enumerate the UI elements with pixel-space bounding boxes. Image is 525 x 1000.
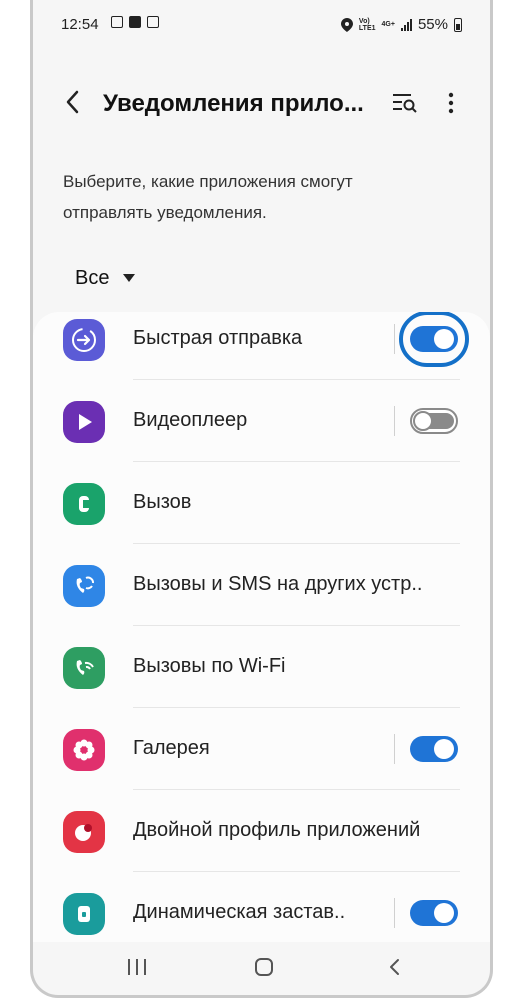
status-bar: 12:54 Vo) LTE1 4G+ 55% [33, 12, 490, 40]
toggle-switch[interactable] [410, 408, 458, 434]
flower-icon [63, 729, 105, 771]
list-item[interactable]: Галерея [33, 708, 490, 790]
phone-frame: 12:54 Vo) LTE1 4G+ 55% Уведомления прило… [30, 0, 493, 998]
list-search-icon[interactable] [391, 90, 421, 116]
list-item-label: Видеоплеер [133, 409, 248, 431]
wifi-call-icon [63, 647, 105, 689]
list-item[interactable]: Динамическая застав.. [33, 872, 490, 942]
lte-label: LTE1 [358, 24, 376, 32]
home-icon[interactable] [255, 958, 273, 976]
battery-icon [454, 17, 462, 32]
divider [394, 324, 395, 354]
list-item[interactable]: Вызовы по Wi-Fi [33, 626, 490, 708]
phone-icon [63, 483, 105, 525]
list-item-label: Вызовы по Wi-Fi [133, 655, 286, 677]
gallery-notification-icon [111, 16, 123, 28]
list-item-label: Быстрая отправка [133, 327, 303, 349]
back-nav-icon[interactable] [385, 957, 405, 977]
play-icon [63, 401, 105, 443]
quick-share-icon [63, 319, 105, 361]
toggle-switch[interactable] [410, 900, 458, 926]
list-item-label: Галерея [133, 737, 210, 759]
caret-down-icon [123, 274, 136, 282]
list-item[interactable]: Быстрая отправка [33, 312, 490, 380]
list-item[interactable]: Двойной профиль приложений [33, 790, 490, 872]
check-notification-icon [129, 16, 141, 28]
list-item[interactable]: Вызов [33, 462, 490, 544]
navigation-bar [33, 935, 490, 995]
lock-notification-icon [147, 16, 159, 28]
list-item-label: Двойной профиль приложений [133, 819, 421, 841]
list-item-label: Динамическая застав.. [133, 901, 346, 923]
app-list: Быстрая отправка Видеоплеер Вызов Вызовы… [33, 312, 490, 942]
list-item[interactable]: Видеоплеер [33, 380, 490, 462]
more-vertical-icon[interactable] [441, 88, 461, 118]
description-text: Выберите, какие приложения смогут отправ… [63, 172, 353, 222]
list-item-label: Вызовы и SMS на других устр.. [133, 573, 423, 595]
status-time: 12:54 [61, 16, 99, 33]
dual-profile-icon [63, 811, 105, 853]
recent-apps-icon[interactable] [128, 959, 146, 975]
toggle-switch[interactable] [410, 736, 458, 762]
signal-icon [400, 18, 412, 31]
call-sync-icon [63, 565, 105, 607]
list-item-label: Вызов [133, 491, 192, 513]
battery-percent: 55% [417, 16, 448, 33]
data-label: 4G+ [381, 21, 395, 28]
page-title: Уведомления прило... [103, 90, 364, 117]
toggle-switch[interactable] [410, 326, 458, 352]
list-item[interactable]: Вызовы и SMS на других устр.. [33, 544, 490, 626]
chevron-left-icon[interactable] [59, 82, 89, 122]
filter-dropdown[interactable]: Все [75, 262, 136, 294]
app-bar: Уведомления прило... [33, 72, 490, 132]
lock-icon [63, 893, 105, 935]
filter-label: Все [75, 266, 110, 289]
volte-label: Vo) [358, 17, 370, 25]
location-icon [340, 17, 353, 32]
